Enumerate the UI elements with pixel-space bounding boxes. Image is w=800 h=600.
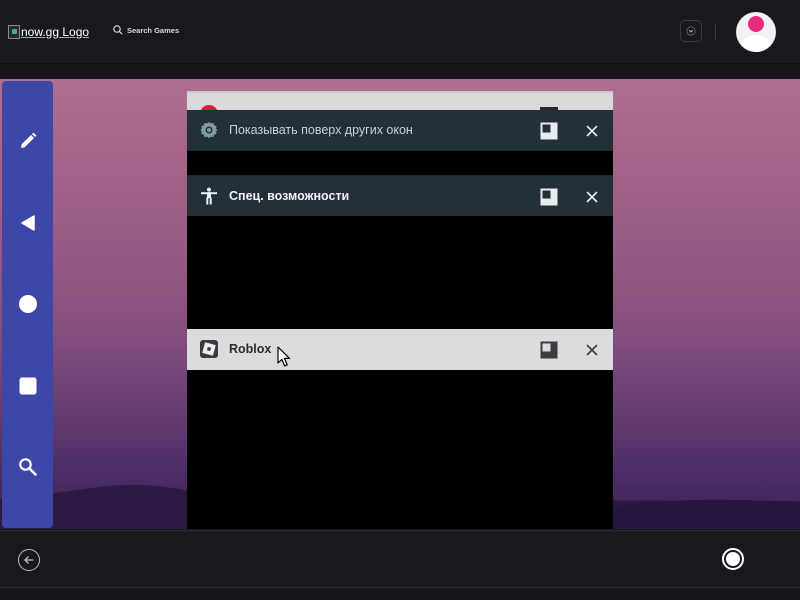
close-icon [586,125,598,137]
settings-gear-icon [200,121,218,139]
maximize-button[interactable] [540,341,558,359]
recents-square-icon [19,377,36,395]
search-icon [18,458,37,476]
close-button[interactable] [583,122,601,140]
divider [715,24,716,40]
window-preview [187,216,613,329]
accessibility-icon [200,187,218,205]
back-triangle-icon [20,215,35,231]
search-icon [113,25,123,35]
top-bar: now.gg Logo Search Games [0,0,800,64]
chevron-down-icon [686,26,696,36]
window-preview [187,151,613,175]
nowgg-logo[interactable]: now.gg Logo [8,24,89,40]
maximize-icon [540,341,558,359]
exit-game-button[interactable] [18,549,40,571]
window-title: Roblox [229,342,272,356]
close-button[interactable] [583,188,601,206]
home-circle-icon [18,295,37,313]
close-icon [586,344,598,356]
window-title: Спец. возможности [229,189,350,203]
record-dot-icon [726,552,740,566]
edit-button[interactable] [2,121,53,161]
window-header: Спец. возможности [187,175,613,216]
window-header: Roblox [187,329,613,370]
maximize-icon [540,188,558,206]
maximize-button[interactable] [540,122,558,140]
recent-window-peek[interactable] [187,91,613,115]
roblox-icon [200,340,218,358]
window-preview [187,370,613,529]
arrow-left-icon [24,556,34,564]
back-nav-button[interactable] [2,203,53,243]
mouse-cursor-icon [277,346,291,367]
logo-alt-text: now.gg Logo [21,25,90,39]
user-avatar[interactable] [736,12,776,52]
search-games-label: Search Games [127,25,180,35]
side-toolbar [2,81,53,528]
avatar-body [740,35,772,52]
recent-window-roblox[interactable]: Roblox [187,329,613,529]
pencil-icon [20,132,36,148]
account-dropdown-button[interactable] [680,20,702,42]
close-button[interactable] [583,341,601,359]
window-title: Показывать поверх других окон [229,123,413,137]
home-nav-button[interactable] [2,284,53,324]
recent-window-overlay-settings[interactable]: Показывать поверх других окон [187,110,613,175]
search-games-button[interactable]: Search Games [113,25,179,35]
broken-image-icon [8,25,20,39]
avatar-head [748,16,764,32]
window-header: Показывать поверх других окон [187,110,613,151]
bottom-bar [0,530,800,588]
record-button[interactable] [722,548,744,570]
recents-nav-button[interactable] [2,366,53,406]
recent-window-accessibility[interactable]: Спец. возможности [187,175,613,330]
maximize-button[interactable] [540,188,558,206]
maximize-icon [540,122,558,140]
close-icon [586,191,598,203]
footer-strip [0,589,800,600]
search-nav-button[interactable] [2,447,53,487]
